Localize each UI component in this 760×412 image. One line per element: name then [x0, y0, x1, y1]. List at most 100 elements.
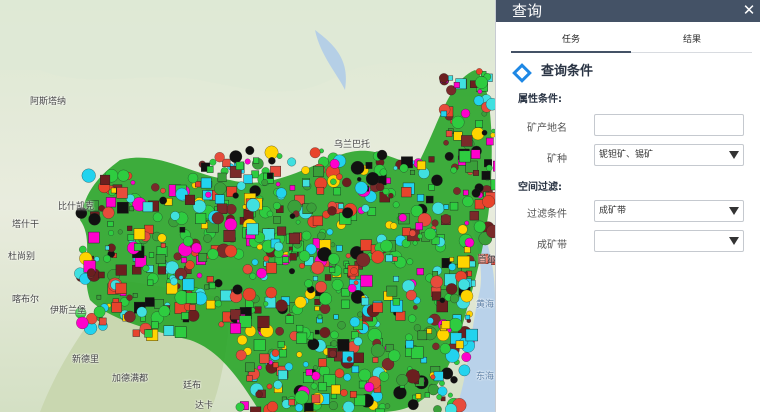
- mine-marker-circle[interactable]: [236, 181, 246, 191]
- mine-marker-square[interactable]: [443, 204, 449, 210]
- mine-marker-circle[interactable]: [294, 390, 309, 405]
- mine-marker-circle[interactable]: [393, 386, 407, 400]
- mine-name-input[interactable]: [594, 114, 744, 136]
- mine-marker-square[interactable]: [449, 201, 459, 211]
- mine-marker-square[interactable]: [469, 260, 476, 268]
- mine-marker-circle[interactable]: [214, 152, 225, 163]
- mine-marker-circle[interactable]: [173, 252, 182, 261]
- mine-marker-circle[interactable]: [170, 277, 178, 286]
- mine-marker-square[interactable]: [312, 276, 318, 282]
- mine-marker-circle[interactable]: [249, 272, 257, 280]
- mine-marker-circle[interactable]: [170, 211, 180, 221]
- mine-marker-square[interactable]: [273, 216, 281, 224]
- mine-marker-square[interactable]: [448, 75, 454, 81]
- mine-marker-square[interactable]: [361, 297, 369, 306]
- mine-marker-square[interactable]: [105, 197, 116, 208]
- mine-marker-circle[interactable]: [356, 252, 371, 267]
- mine-marker-circle[interactable]: [353, 280, 359, 286]
- mine-marker-circle[interactable]: [256, 268, 267, 279]
- mine-marker-square[interactable]: [426, 328, 432, 334]
- mine-marker-circle[interactable]: [191, 242, 202, 254]
- mine-marker-square[interactable]: [481, 171, 491, 180]
- mine-marker-circle[interactable]: [257, 365, 262, 370]
- mine-marker-square[interactable]: [318, 358, 327, 367]
- mine-marker-circle[interactable]: [361, 204, 370, 213]
- mine-marker-circle[interactable]: [311, 261, 325, 275]
- mine-marker-circle[interactable]: [376, 149, 388, 161]
- mine-marker-circle[interactable]: [301, 166, 310, 175]
- mine-marker-circle[interactable]: [473, 95, 484, 106]
- mine-marker-circle[interactable]: [346, 356, 353, 362]
- mine-marker-circle[interactable]: [319, 303, 331, 314]
- mine-marker-circle[interactable]: [412, 240, 418, 246]
- mine-marker-square[interactable]: [426, 195, 434, 204]
- mine-marker-square[interactable]: [324, 274, 332, 281]
- mine-marker-square[interactable]: [116, 187, 128, 199]
- mine-marker-square[interactable]: [317, 314, 323, 320]
- mine-marker-square[interactable]: [475, 120, 483, 128]
- mine-marker-circle[interactable]: [261, 179, 269, 186]
- mine-marker-circle[interactable]: [273, 201, 281, 210]
- mine-marker-circle[interactable]: [342, 401, 355, 412]
- mine-marker-circle[interactable]: [409, 229, 416, 237]
- mine-marker-square[interactable]: [312, 215, 323, 226]
- mine-marker-square[interactable]: [360, 274, 373, 287]
- mine-marker-square[interactable]: [147, 279, 154, 286]
- mine-marker-square[interactable]: [469, 211, 479, 221]
- mine-marker-square[interactable]: [431, 291, 441, 301]
- mine-marker-square[interactable]: [459, 150, 471, 163]
- mine-marker-circle[interactable]: [328, 349, 337, 358]
- mine-marker-circle[interactable]: [251, 258, 259, 266]
- mine-marker-circle[interactable]: [439, 73, 449, 83]
- mine-marker-square[interactable]: [349, 391, 357, 398]
- filter-condition-select[interactable]: 成矿带: [594, 200, 744, 222]
- mine-marker-circle[interactable]: [345, 253, 351, 259]
- mine-marker-circle[interactable]: [265, 286, 277, 299]
- mine-marker-circle[interactable]: [431, 174, 443, 186]
- mine-marker-square[interactable]: [314, 329, 320, 335]
- mine-marker-circle[interactable]: [266, 210, 274, 218]
- mine-marker-square[interactable]: [144, 329, 153, 338]
- mine-marker-circle[interactable]: [130, 180, 136, 185]
- mine-marker-square[interactable]: [181, 312, 189, 320]
- mine-marker-square[interactable]: [163, 325, 174, 336]
- mine-marker-circle[interactable]: [444, 151, 454, 161]
- mine-marker-square[interactable]: [246, 375, 253, 382]
- mineral-type-select[interactable]: 铌钽矿、锡矿: [594, 144, 744, 166]
- mine-marker-square[interactable]: [288, 232, 301, 245]
- mine-marker-circle[interactable]: [108, 230, 114, 236]
- mine-marker-circle[interactable]: [349, 316, 360, 328]
- mine-marker-circle[interactable]: [445, 283, 458, 295]
- mine-marker-circle[interactable]: [443, 140, 449, 146]
- mine-marker-circle[interactable]: [160, 188, 166, 194]
- mine-marker-circle[interactable]: [288, 268, 295, 275]
- mine-marker-square[interactable]: [416, 194, 425, 202]
- mine-marker-square[interactable]: [337, 339, 350, 352]
- mine-marker-square[interactable]: [471, 149, 481, 159]
- mine-marker-square[interactable]: [453, 82, 460, 89]
- mine-marker-circle[interactable]: [93, 305, 106, 318]
- mine-marker-square[interactable]: [277, 226, 287, 236]
- mine-marker-square[interactable]: [272, 362, 279, 368]
- mine-marker-circle[interactable]: [296, 351, 303, 358]
- mine-marker-circle[interactable]: [88, 213, 101, 226]
- mine-marker-square[interactable]: [461, 135, 473, 147]
- mine-marker-circle[interactable]: [357, 177, 362, 182]
- mine-marker-square[interactable]: [393, 276, 399, 282]
- mine-marker-square[interactable]: [465, 328, 478, 342]
- mine-marker-circle[interactable]: [350, 161, 365, 175]
- mine-marker-circle[interactable]: [126, 294, 133, 301]
- mine-marker-circle[interactable]: [214, 279, 223, 288]
- mine-marker-circle[interactable]: [342, 177, 352, 188]
- mine-marker-square[interactable]: [235, 161, 244, 170]
- mine-marker-square[interactable]: [331, 384, 341, 395]
- mine-marker-square[interactable]: [133, 228, 146, 240]
- mine-marker-square[interactable]: [105, 245, 110, 251]
- mine-marker-square[interactable]: [341, 299, 350, 309]
- mine-marker-square[interactable]: [392, 298, 400, 306]
- mine-marker-square[interactable]: [333, 314, 339, 320]
- mine-marker-circle[interactable]: [273, 380, 283, 390]
- mine-marker-circle[interactable]: [284, 362, 293, 371]
- mine-marker-circle[interactable]: [245, 146, 255, 155]
- mine-marker-circle[interactable]: [447, 392, 453, 398]
